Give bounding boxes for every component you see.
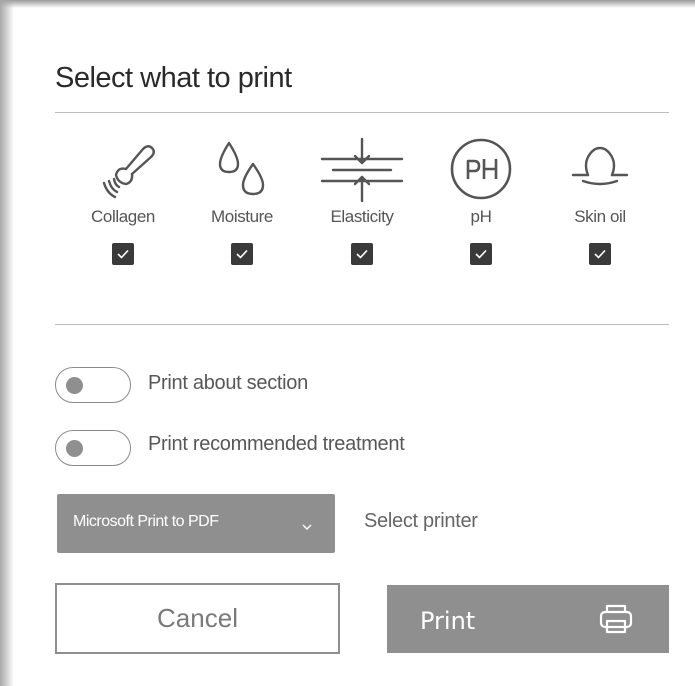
window-frame: Select what to print Collagen Moisture E… — [0, 0, 695, 686]
metric-label-ph: pH — [470, 207, 492, 226]
dialog-title: Select what to print — [55, 62, 292, 94]
title-divider — [55, 112, 669, 113]
checkbox-ph[interactable] — [470, 243, 492, 265]
checkbox-skin-oil[interactable] — [589, 243, 611, 265]
chevron-down-icon — [301, 518, 313, 536]
print-button[interactable]: Print — [387, 585, 669, 653]
dialog-left-shadow — [0, 0, 14, 686]
metric-label-elasticity: Elasticity — [330, 207, 394, 226]
metric-collagen: Collagen — [63, 137, 183, 265]
collagen-probe-icon — [63, 137, 183, 203]
metric-skin-oil: Skin oil — [540, 137, 660, 265]
print-button-label: Print — [420, 607, 476, 635]
droplets-icon — [182, 137, 302, 203]
checkbox-collagen[interactable] — [112, 243, 134, 265]
treatment-toggle-label: Print recommended treatment — [148, 433, 405, 455]
checkbox-elasticity[interactable] — [351, 243, 373, 265]
about-toggle[interactable] — [55, 367, 131, 403]
oil-drop-icon — [540, 137, 660, 203]
metric-elasticity: Elasticity — [302, 137, 422, 265]
metric-label-skin-oil: Skin oil — [574, 207, 626, 226]
about-toggle-knob — [66, 377, 83, 394]
ph-circle-icon — [421, 137, 541, 203]
metric-ph: pH — [421, 137, 541, 265]
metric-moisture: Moisture — [182, 137, 302, 265]
checkbox-moisture[interactable] — [231, 243, 253, 265]
metric-label-collagen: Collagen — [91, 207, 155, 226]
printer-select-value: Microsoft Print to PDF — [73, 513, 219, 530]
options-divider — [55, 324, 669, 325]
about-toggle-label: Print about section — [148, 372, 308, 394]
metric-label-moisture: Moisture — [211, 207, 273, 226]
printer-select-caption: Select printer — [364, 510, 478, 532]
treatment-toggle[interactable] — [55, 430, 131, 466]
elasticity-arrows-icon — [302, 137, 422, 203]
cancel-button[interactable]: Cancel — [55, 583, 340, 654]
dialog-top-shadow — [0, 0, 695, 8]
printer-select[interactable]: Microsoft Print to PDF — [57, 494, 335, 553]
printer-icon — [598, 603, 634, 640]
treatment-toggle-knob — [66, 440, 83, 457]
